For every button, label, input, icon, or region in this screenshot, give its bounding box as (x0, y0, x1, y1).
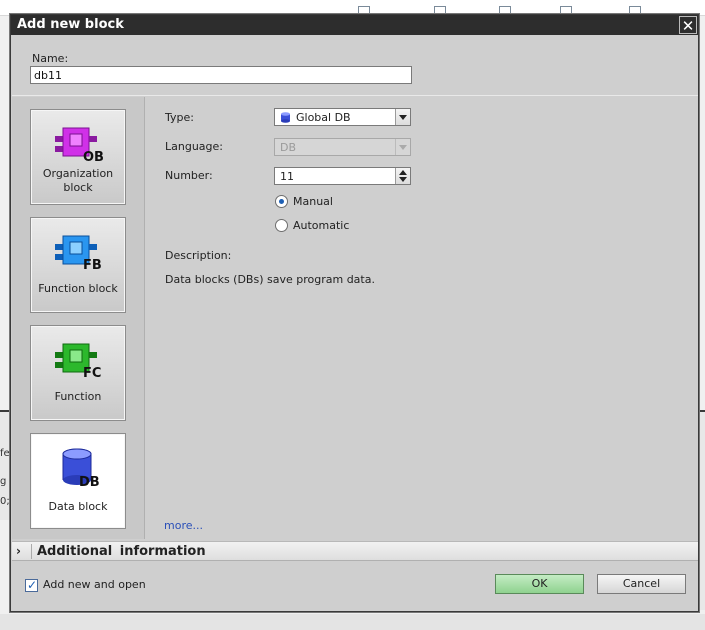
more-link[interactable]: more... (164, 519, 203, 532)
chevron-down-icon (399, 177, 407, 182)
database-icon (281, 112, 290, 123)
block-type-function[interactable]: FC Function (30, 325, 126, 421)
block-type-organization-block[interactable]: OB Organization block (30, 109, 126, 205)
close-button[interactable]: ✕ (679, 16, 697, 35)
type-value: Global DB (296, 111, 351, 124)
language-label: Language: (165, 140, 223, 153)
block-properties: Type: Global DB Language: DB Number: 11 (146, 97, 698, 539)
svg-text:FB: FB (83, 258, 102, 272)
description-label: Description: (165, 249, 232, 262)
type-select[interactable]: Global DB (274, 108, 411, 126)
chevron-down-icon (399, 115, 407, 120)
automatic-label: Automatic (293, 219, 350, 232)
tile-label: Data block (48, 500, 108, 513)
add-new-and-open-checkbox[interactable]: ✓ (25, 578, 38, 592)
tile-label: Function block (38, 282, 118, 295)
automatic-radio[interactable] (275, 219, 288, 232)
checkmark-icon: ✓ (27, 578, 38, 592)
dialog-titlebar: Add new block ✕ (11, 15, 698, 35)
cancel-button[interactable]: Cancel (597, 574, 686, 594)
chevron-right-icon[interactable]: › (16, 544, 21, 558)
number-spin-buttons[interactable] (395, 168, 410, 184)
dialog-footer: ✓ Add new and open OK Cancel (12, 563, 698, 611)
block-ob-icon: OB (55, 127, 104, 164)
language-dropdown-button (395, 139, 410, 155)
additional-information-bar[interactable]: › Additional information (12, 541, 698, 561)
background-bottom (0, 614, 705, 630)
database-icon: DB (62, 448, 100, 488)
add-new-and-open-label: Add new and open (43, 578, 146, 591)
svg-text:FC: FC (83, 366, 101, 380)
name-label: Name: (32, 52, 69, 65)
type-dropdown-button[interactable] (395, 109, 410, 125)
description-text: Data blocks (DBs) save program data. (165, 273, 375, 286)
manual-radio[interactable] (275, 195, 288, 208)
block-type-data-block[interactable]: DB Data block (30, 433, 126, 529)
tile-label: Function (54, 390, 102, 403)
name-input[interactable] (30, 66, 412, 84)
divider (12, 95, 698, 96)
language-value: DB (280, 141, 297, 154)
language-select: DB (274, 138, 411, 156)
tile-label: Organization (42, 167, 114, 180)
number-label: Number: (165, 169, 213, 182)
background-right-panel (698, 410, 705, 610)
number-value: 11 (280, 170, 294, 183)
block-type-function-block[interactable]: FB Function block (30, 217, 126, 313)
type-label: Type: (165, 111, 194, 124)
block-fb-icon: FB (55, 235, 102, 272)
manual-label: Manual (293, 195, 333, 208)
svg-text:OB: OB (83, 150, 104, 164)
block-type-list: OB Organization block FB Function block (12, 97, 145, 539)
divider (31, 544, 32, 559)
block-fc-icon: FC (55, 343, 101, 380)
chevron-down-icon (399, 145, 407, 150)
chevron-up-icon (399, 170, 407, 175)
dialog-title: Add new block (17, 17, 124, 32)
add-new-block-dialog: Add new block ✕ Name: OB Organization bl… (10, 14, 699, 612)
close-icon: ✕ (681, 17, 695, 35)
ok-button[interactable]: OK (495, 574, 584, 594)
additional-information-title: Additional information (37, 544, 206, 559)
number-stepper[interactable]: 11 (274, 167, 411, 185)
tile-label: block (63, 181, 93, 194)
svg-text:DB: DB (79, 475, 100, 488)
